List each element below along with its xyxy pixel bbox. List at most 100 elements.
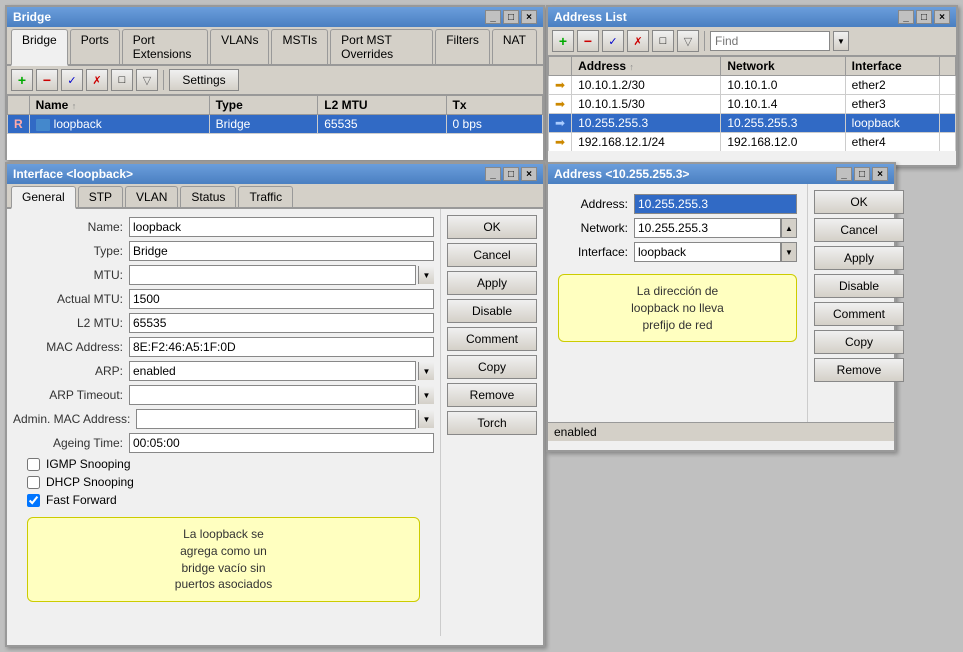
row-icon: ➡ [549,76,572,95]
fast-forward-checkbox[interactable] [27,494,40,507]
mac-input[interactable] [129,337,434,357]
remove-button[interactable]: Remove [447,383,537,407]
address-detail-title: Address <10.255.255.3> [554,167,689,181]
disable-button[interactable]: ✗ [627,30,649,52]
row-scroll [940,76,956,95]
tab-traffic[interactable]: Traffic [238,186,293,207]
igmp-checkbox[interactable] [27,458,40,471]
enable-button[interactable]: ✓ [602,30,624,52]
table-row[interactable]: R loopback Bridge 65535 0 bps [8,115,543,134]
igmp-label: IGMP Snooping [46,457,131,471]
network-dropdown[interactable]: ▲ [781,218,797,238]
filter-button[interactable]: ▽ [136,69,158,91]
address-label: Address: [558,197,628,211]
name-input[interactable] [129,217,434,237]
close-button[interactable]: × [521,10,537,24]
maximize-button[interactable]: □ [916,10,932,24]
tab-port-extensions[interactable]: Port Extensions [122,29,208,64]
arp-value: enabled [129,361,416,381]
ageing-time-group: Ageing Time: [13,433,434,453]
interface-tab-bar: General STP VLAN Status Traffic [7,184,543,209]
row-scroll [940,133,956,152]
dhcp-checkbox[interactable] [27,476,40,489]
l2-mtu-value: 65535 [129,313,434,333]
arp-timeout-input[interactable] [129,385,416,405]
bridge-table-area: Name ↑ Type L2 MTU Tx R loopback Bridge … [7,95,543,160]
admin-mac-group: Admin. MAC Address: ▼ [13,409,434,429]
remove-button[interactable]: − [577,30,599,52]
tab-bridge[interactable]: Bridge [11,29,68,66]
minimize-button[interactable]: _ [898,10,914,24]
minimize-button[interactable]: _ [485,167,501,181]
copy-button[interactable]: □ [111,69,133,91]
ok-button[interactable]: OK [447,215,537,239]
tab-general[interactable]: General [11,186,76,209]
comment-button[interactable]: Comment [447,327,537,351]
maximize-button[interactable]: □ [503,167,519,181]
tab-port-mst-overrides[interactable]: Port MST Overrides [330,29,433,64]
table-row[interactable]: ➡ 192.168.12.1/24 192.168.12.0 ether4 [549,133,956,152]
cancel-button[interactable]: Cancel [447,243,537,267]
add-button[interactable]: + [552,30,574,52]
interface-action-buttons: OK Cancel Apply Disable Comment Copy Rem… [441,209,543,441]
filter-button[interactable]: ▽ [677,30,699,52]
settings-button[interactable]: Settings [169,69,239,91]
maximize-button[interactable]: □ [854,167,870,181]
interface-tooltip: La loopback seagrega como unbridge vacío… [27,517,420,602]
find-input[interactable] [710,31,830,51]
interface-tooltip-area: La loopback seagrega como unbridge vacío… [27,517,420,602]
comment-button[interactable]: Comment [814,302,904,326]
tab-stp[interactable]: STP [78,186,123,207]
tab-vlan[interactable]: VLAN [125,186,178,207]
arp-dropdown[interactable]: ▼ [418,362,434,380]
interface-dropdown[interactable]: ▼ [781,242,797,262]
table-row[interactable]: ➡ 10.10.1.5/30 10.10.1.4 ether3 [549,95,956,114]
mtu-input[interactable] [129,265,416,285]
minimize-button[interactable]: _ [485,10,501,24]
admin-mac-input[interactable] [136,409,416,429]
interface-window: Interface <loopback> _ □ × General STP V… [5,162,545,647]
disable-button[interactable]: Disable [814,274,904,298]
row-interface: ether2 [845,76,939,95]
tab-status[interactable]: Status [180,186,236,207]
admin-mac-dropdown[interactable]: ▼ [418,410,434,428]
tab-nat[interactable]: NAT [492,29,537,64]
remove-button[interactable]: Remove [814,358,904,382]
close-button[interactable]: × [872,167,888,181]
copy-button[interactable]: □ [652,30,674,52]
address-list-controls: _ □ × [898,10,950,24]
apply-button[interactable]: Apply [447,271,537,295]
find-dropdown[interactable]: ▼ [833,31,849,51]
address-detail-form: Address: Network: 10.255.255.3 ▲ Interfa… [548,184,807,422]
apply-button[interactable]: Apply [814,246,904,270]
close-button[interactable]: × [934,10,950,24]
minimize-button[interactable]: _ [836,167,852,181]
ok-button[interactable]: OK [814,190,904,214]
copy-button[interactable]: Copy [447,355,537,379]
tab-vlans[interactable]: VLANs [210,29,269,64]
row-interface: loopback [845,114,939,133]
close-button[interactable]: × [521,167,537,181]
table-row[interactable]: ➡ 10.10.1.2/30 10.10.1.0 ether2 [549,76,956,95]
disable-button[interactable]: Disable [447,299,537,323]
address-list-table-area: Address ↑ Network Interface ➡ 10.10.1.2/… [548,56,956,151]
arp-timeout-dropdown[interactable]: ▼ [418,386,434,404]
ageing-time-input[interactable] [129,433,434,453]
tab-mstis[interactable]: MSTIs [271,29,328,64]
maximize-button[interactable]: □ [503,10,519,24]
address-input[interactable] [634,194,797,214]
cancel-button[interactable]: Cancel [814,218,904,242]
tab-filters[interactable]: Filters [435,29,490,64]
col-scroll [940,57,956,76]
enable-button[interactable]: ✓ [61,69,83,91]
mtu-dropdown[interactable]: ▼ [418,266,434,284]
torch-button[interactable]: Torch [447,411,537,435]
interface-label: Interface: [558,245,628,259]
tab-ports[interactable]: Ports [70,29,120,64]
dhcp-group: DHCP Snooping [27,475,420,489]
remove-button[interactable]: − [36,69,58,91]
disable-button[interactable]: ✗ [86,69,108,91]
add-button[interactable]: + [11,69,33,91]
copy-button[interactable]: Copy [814,330,904,354]
table-row[interactable]: ➡ 10.255.255.3 10.255.255.3 loopback [549,114,956,133]
